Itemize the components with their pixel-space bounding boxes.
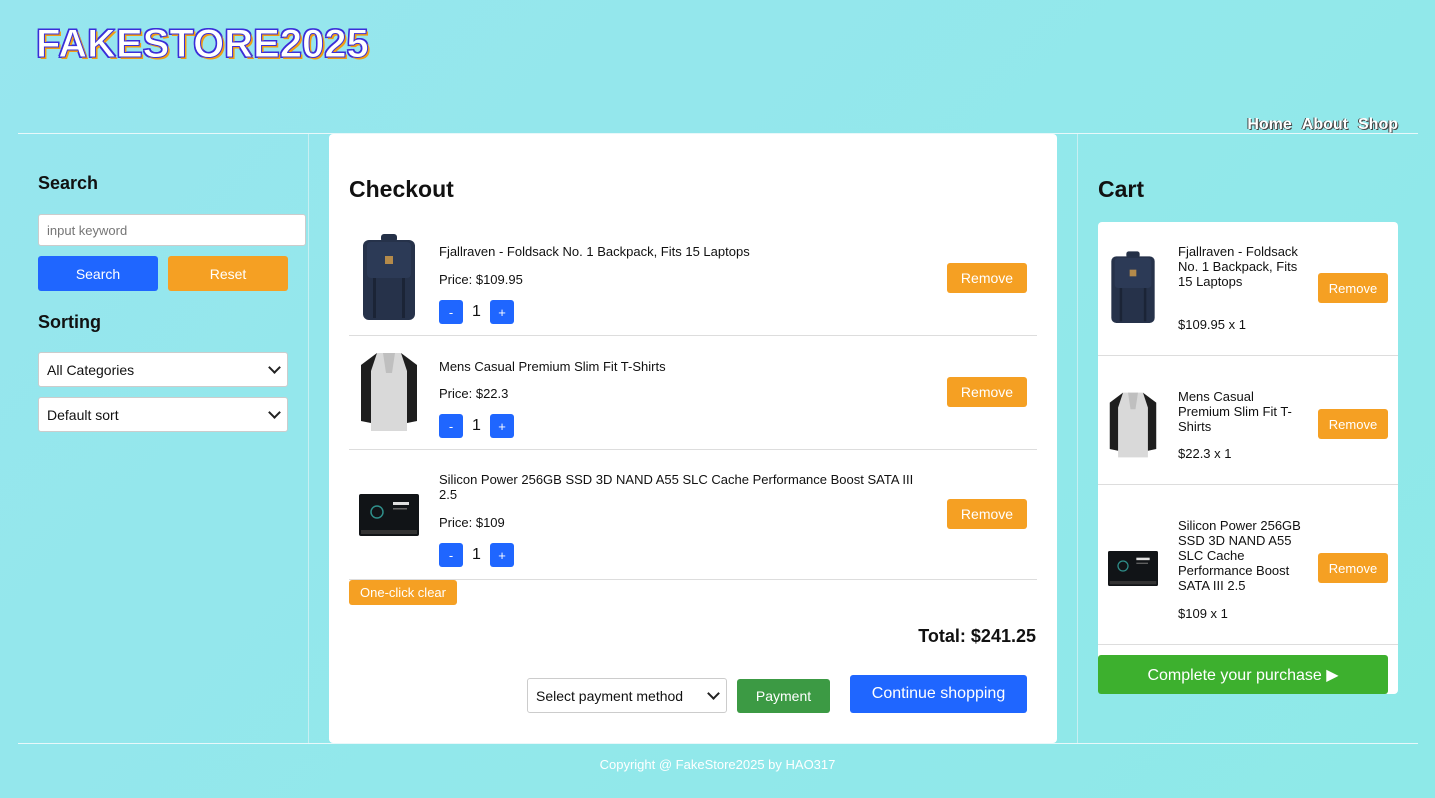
quantity-stepper: - 1 + [439,543,514,567]
category-select-value: All Categories [47,361,135,378]
checkout-item-price: Price: $109 [439,515,505,530]
cart-item: Silicon Power 256GB SSD 3D NAND A55 SLC … [1098,485,1398,645]
site-logo[interactable]: FAKESTORE2025 [36,22,370,67]
checkout-item-price: Price: $22.3 [439,386,509,401]
quantity-stepper: - 1 + [439,300,514,324]
checkout-item: Silicon Power 256GB SSD 3D NAND A55 SLC … [349,449,1037,580]
cart-item-title: Mens Casual Premium Slim Fit T-Shirts [1178,389,1292,434]
search-actions: Search Reset [38,256,306,291]
decrease-quantity-button[interactable]: - [439,414,463,438]
sorting-heading: Sorting [38,312,101,332]
cart-item-quantity: $109.95 x 1 [1178,317,1246,332]
chevron-down-icon [268,406,281,419]
increase-quantity-button[interactable]: + [490,414,514,438]
remove-item-button[interactable]: Remove [947,263,1027,293]
search-button[interactable]: Search [38,256,158,291]
order-total: Total: $241.25 [918,626,1036,646]
continue-shopping-button[interactable]: Continue shopping [850,675,1027,713]
search-input[interactable] [38,214,306,246]
cart-panel: Fjallraven - Foldsack No. 1 Backpack, Fi… [1098,222,1398,694]
complete-purchase-button[interactable]: Complete your purchase ▶ [1098,655,1388,694]
right-column-divider [1077,134,1078,743]
ssd-image [359,494,419,536]
nav-home-link[interactable]: Home [1247,116,1291,134]
sort-select[interactable]: Default sort [38,397,288,432]
checkout-item: Fjallraven - Foldsack No. 1 Backpack, Fi… [349,220,1037,336]
cart-item-quantity: $109 x 1 [1178,606,1228,621]
reset-button[interactable]: Reset [168,256,288,291]
tshirt-image [361,353,417,431]
chevron-down-icon [707,687,720,700]
checkout-item: Mens Casual Premium Slim Fit T-Shirts Pr… [349,335,1037,450]
quantity-value: 1 [472,546,481,563]
checkout-item-price: Price: $109.95 [439,272,523,287]
cart-remove-button[interactable]: Remove [1318,409,1388,439]
quantity-stepper: - 1 + [439,414,514,438]
payment-method-select[interactable]: Select payment method [527,678,727,713]
remove-item-button[interactable]: Remove [947,499,1027,529]
checkout-panel: Checkout Fjallraven - Foldsack No. 1 Bac… [329,134,1057,743]
cart-item-title: Silicon Power 256GB SSD 3D NAND A55 SLC … [1178,518,1301,593]
payment-button[interactable]: Payment [737,679,830,713]
cart-remove-button[interactable]: Remove [1318,273,1388,303]
cart-item: Fjallraven - Foldsack No. 1 Backpack, Fi… [1098,222,1398,356]
footer-copyright: Copyright @ FakeStore2025 by HAO317 [599,757,836,772]
increase-quantity-button[interactable]: + [490,300,514,324]
checkout-item-title: Silicon Power 256GB SSD 3D NAND A55 SLC … [439,472,914,502]
remove-item-button[interactable]: Remove [947,377,1027,407]
checkout-item-title: Fjallraven - Foldsack No. 1 Backpack, Fi… [439,244,750,259]
payment-method-value: Select payment method [536,687,684,704]
cart-item-title: Fjallraven - Foldsack No. 1 Backpack, Fi… [1178,244,1298,289]
quantity-value: 1 [472,303,481,320]
left-column-divider [308,134,309,743]
filter-sidebar: Search Search Reset Sorting All Categori… [38,170,306,432]
cart-item-quantity: $22.3 x 1 [1178,446,1232,461]
backpack-image [363,234,415,320]
ssd-image [1108,551,1158,586]
tshirt-image [1109,392,1157,458]
checkout-item-title: Mens Casual Premium Slim Fit T-Shirts [439,359,666,374]
footer-divider [18,743,1418,744]
cart-remove-button[interactable]: Remove [1318,553,1388,583]
cart-title: Cart [1098,176,1145,202]
backpack-image [1111,251,1155,323]
decrease-quantity-button[interactable]: - [439,543,463,567]
clear-cart-button[interactable]: One-click clear [349,580,457,605]
chevron-down-icon [268,361,281,374]
decrease-quantity-button[interactable]: - [439,300,463,324]
search-heading: Search [38,173,99,193]
checkout-title: Checkout [349,176,454,202]
increase-quantity-button[interactable]: + [490,543,514,567]
sort-select-value: Default sort [47,406,119,423]
cart-item: Mens Casual Premium Slim Fit T-Shirts $2… [1098,356,1398,485]
nav-about-link[interactable]: About [1302,116,1348,134]
quantity-value: 1 [472,417,481,434]
nav-shop-link[interactable]: Shop [1358,116,1398,134]
category-select[interactable]: All Categories [38,352,288,387]
main-nav: Home About Shop [1247,116,1398,134]
